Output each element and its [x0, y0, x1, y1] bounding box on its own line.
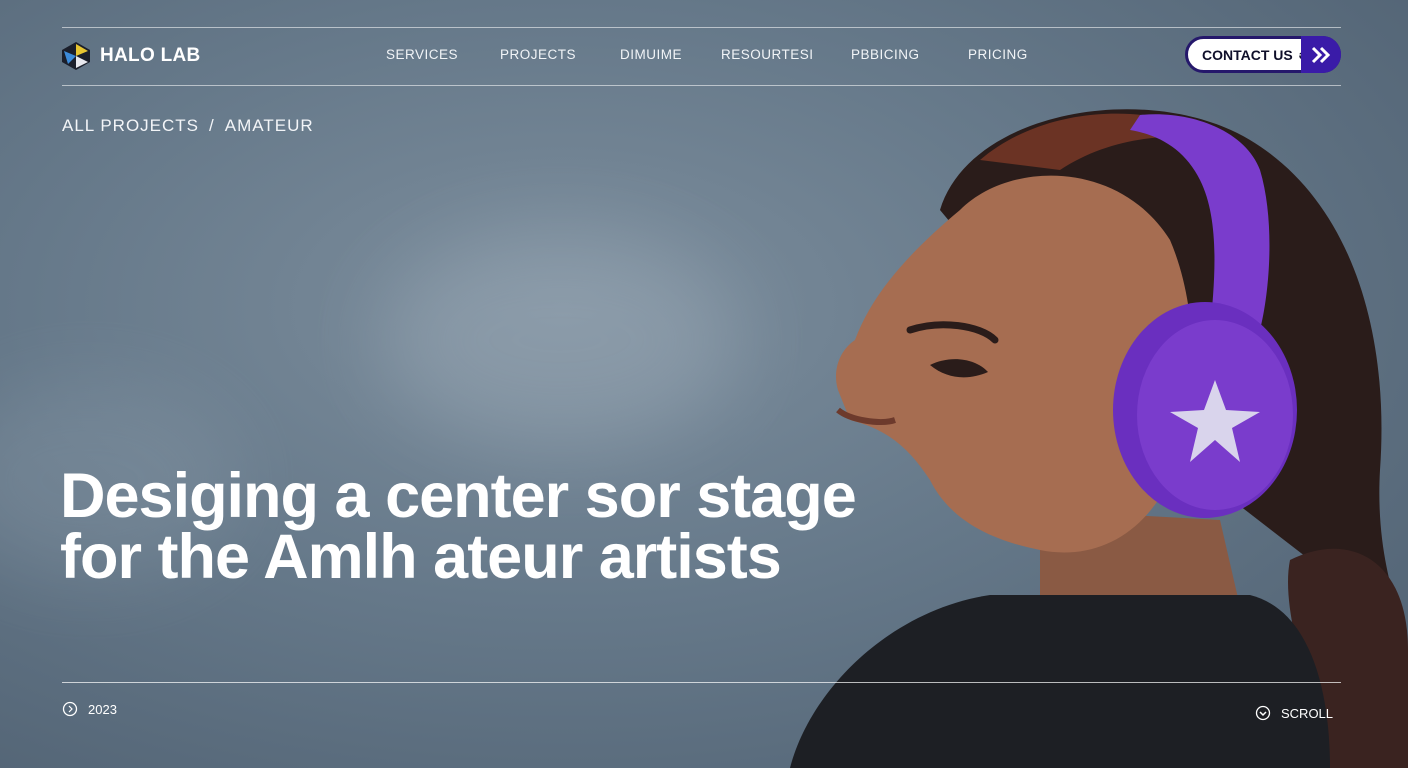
scroll-label: SCROLL — [1281, 705, 1334, 721]
year-info: 2023 — [62, 701, 117, 717]
nav-item-dimuime[interactable]: DIMUIME — [620, 47, 682, 62]
hero-line-2: for the Amlh ateur artists — [60, 522, 782, 593]
scroll-button[interactable]: SCROLL — [1255, 705, 1333, 721]
year-label: 2023 — [88, 701, 117, 717]
top-divider — [62, 27, 1341, 28]
hero-portrait — [790, 109, 1408, 768]
nav-item-resources[interactable]: RESOURTESI — [721, 47, 814, 62]
breadcrumb: ALL PROJECTS / AMATEUR — [62, 116, 314, 136]
hero-headline: Desiging a center sor stage for the Amlh… — [60, 465, 880, 589]
hero-line-1: Desiging a center sor stage — [60, 461, 857, 532]
nav-item-projects[interactable]: PROJECTS — [500, 47, 576, 62]
header-divider — [62, 85, 1341, 86]
nav-item-pricing[interactable]: PRICING — [968, 47, 1028, 62]
contact-us-button[interactable]: CONTACT US ə — [1185, 36, 1341, 73]
clock-icon — [62, 701, 78, 717]
breadcrumb-current: AMATEUR — [224, 116, 314, 135]
scroll-down-icon — [1255, 705, 1271, 721]
double-chevron-right-icon — [1301, 36, 1341, 73]
cloud — [380, 230, 740, 450]
bottom-divider — [62, 682, 1341, 683]
breadcrumb-separator: / — [209, 116, 215, 135]
nav-item-services[interactable]: SERVICES — [386, 47, 458, 62]
contact-label: CONTACT US — [1202, 46, 1293, 63]
nav-item-pbbicing[interactable]: PBBICING — [851, 47, 920, 62]
breadcrumb-all-projects[interactable]: ALL PROJECTS — [62, 116, 199, 136]
